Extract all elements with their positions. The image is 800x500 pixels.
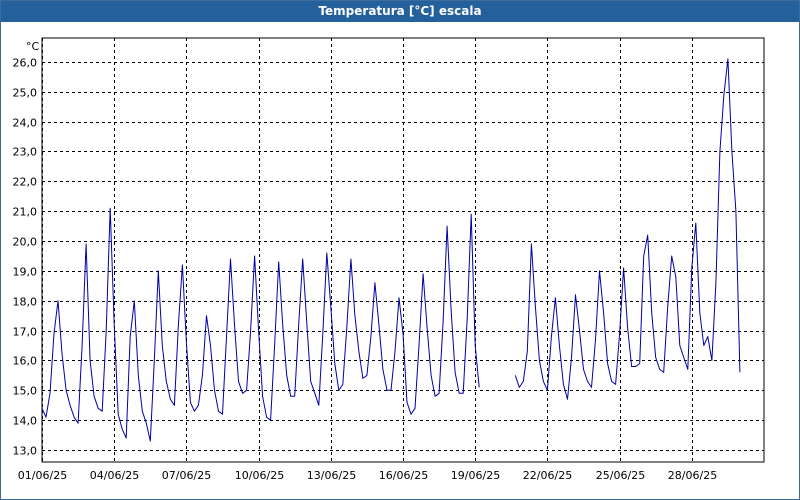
temperature-chart: 13,0 14,0 15,0 16,0 17,0 18,0 19,0 20,0 21,0 22,0… [13, 37, 765, 482]
x-tick-label: 28/06/25 [668, 469, 717, 482]
x-tick-label: 13/06/25 [307, 469, 356, 482]
y-tick-label: 17,0 [13, 326, 38, 339]
y-axis: 13,0 14,0 15,0 16,0 17,0 18,0 19,0 20,0 21,0 22,0… [13, 57, 38, 458]
x-axis: 01/06/25 04/06/25 07/06/25 10/06/25 13/06/25… [18, 469, 717, 482]
y-tick-label: 16,0 [13, 355, 38, 368]
y-tick-label: 15,0 [13, 385, 38, 398]
y-tick-label: 22,0 [13, 176, 38, 189]
y-tick-label: 18,0 [13, 296, 38, 309]
y-tick-label: 23,0 [13, 146, 38, 159]
x-tick-label: 04/06/25 [90, 469, 139, 482]
chart-window: Temperatura [°C] escala 13,0 14,0 15,0 16,0… [0, 0, 800, 500]
x-tick-label: 16/06/25 [379, 469, 428, 482]
x-tick-label: 25/06/25 [596, 469, 645, 482]
y-tick-label: 25,0 [13, 87, 38, 100]
y-tick-label: 13,0 [13, 445, 38, 458]
y-tick-label: 26,0 [13, 57, 38, 70]
y-tick-label: 20,0 [13, 236, 38, 249]
y-axis-unit-label: °C [26, 40, 40, 53]
y-tick-label: 24,0 [13, 117, 38, 130]
y-tick-label: 19,0 [13, 266, 38, 279]
x-tick-label: 01/06/25 [18, 469, 67, 482]
y-tick-label: 21,0 [13, 206, 38, 219]
x-tick-label: 19/06/25 [451, 469, 500, 482]
y-tick-label: 14,0 [13, 415, 38, 428]
x-tick-label: 10/06/25 [235, 469, 284, 482]
x-tick-label: 22/06/25 [523, 469, 572, 482]
x-tick-label: 07/06/25 [162, 469, 211, 482]
